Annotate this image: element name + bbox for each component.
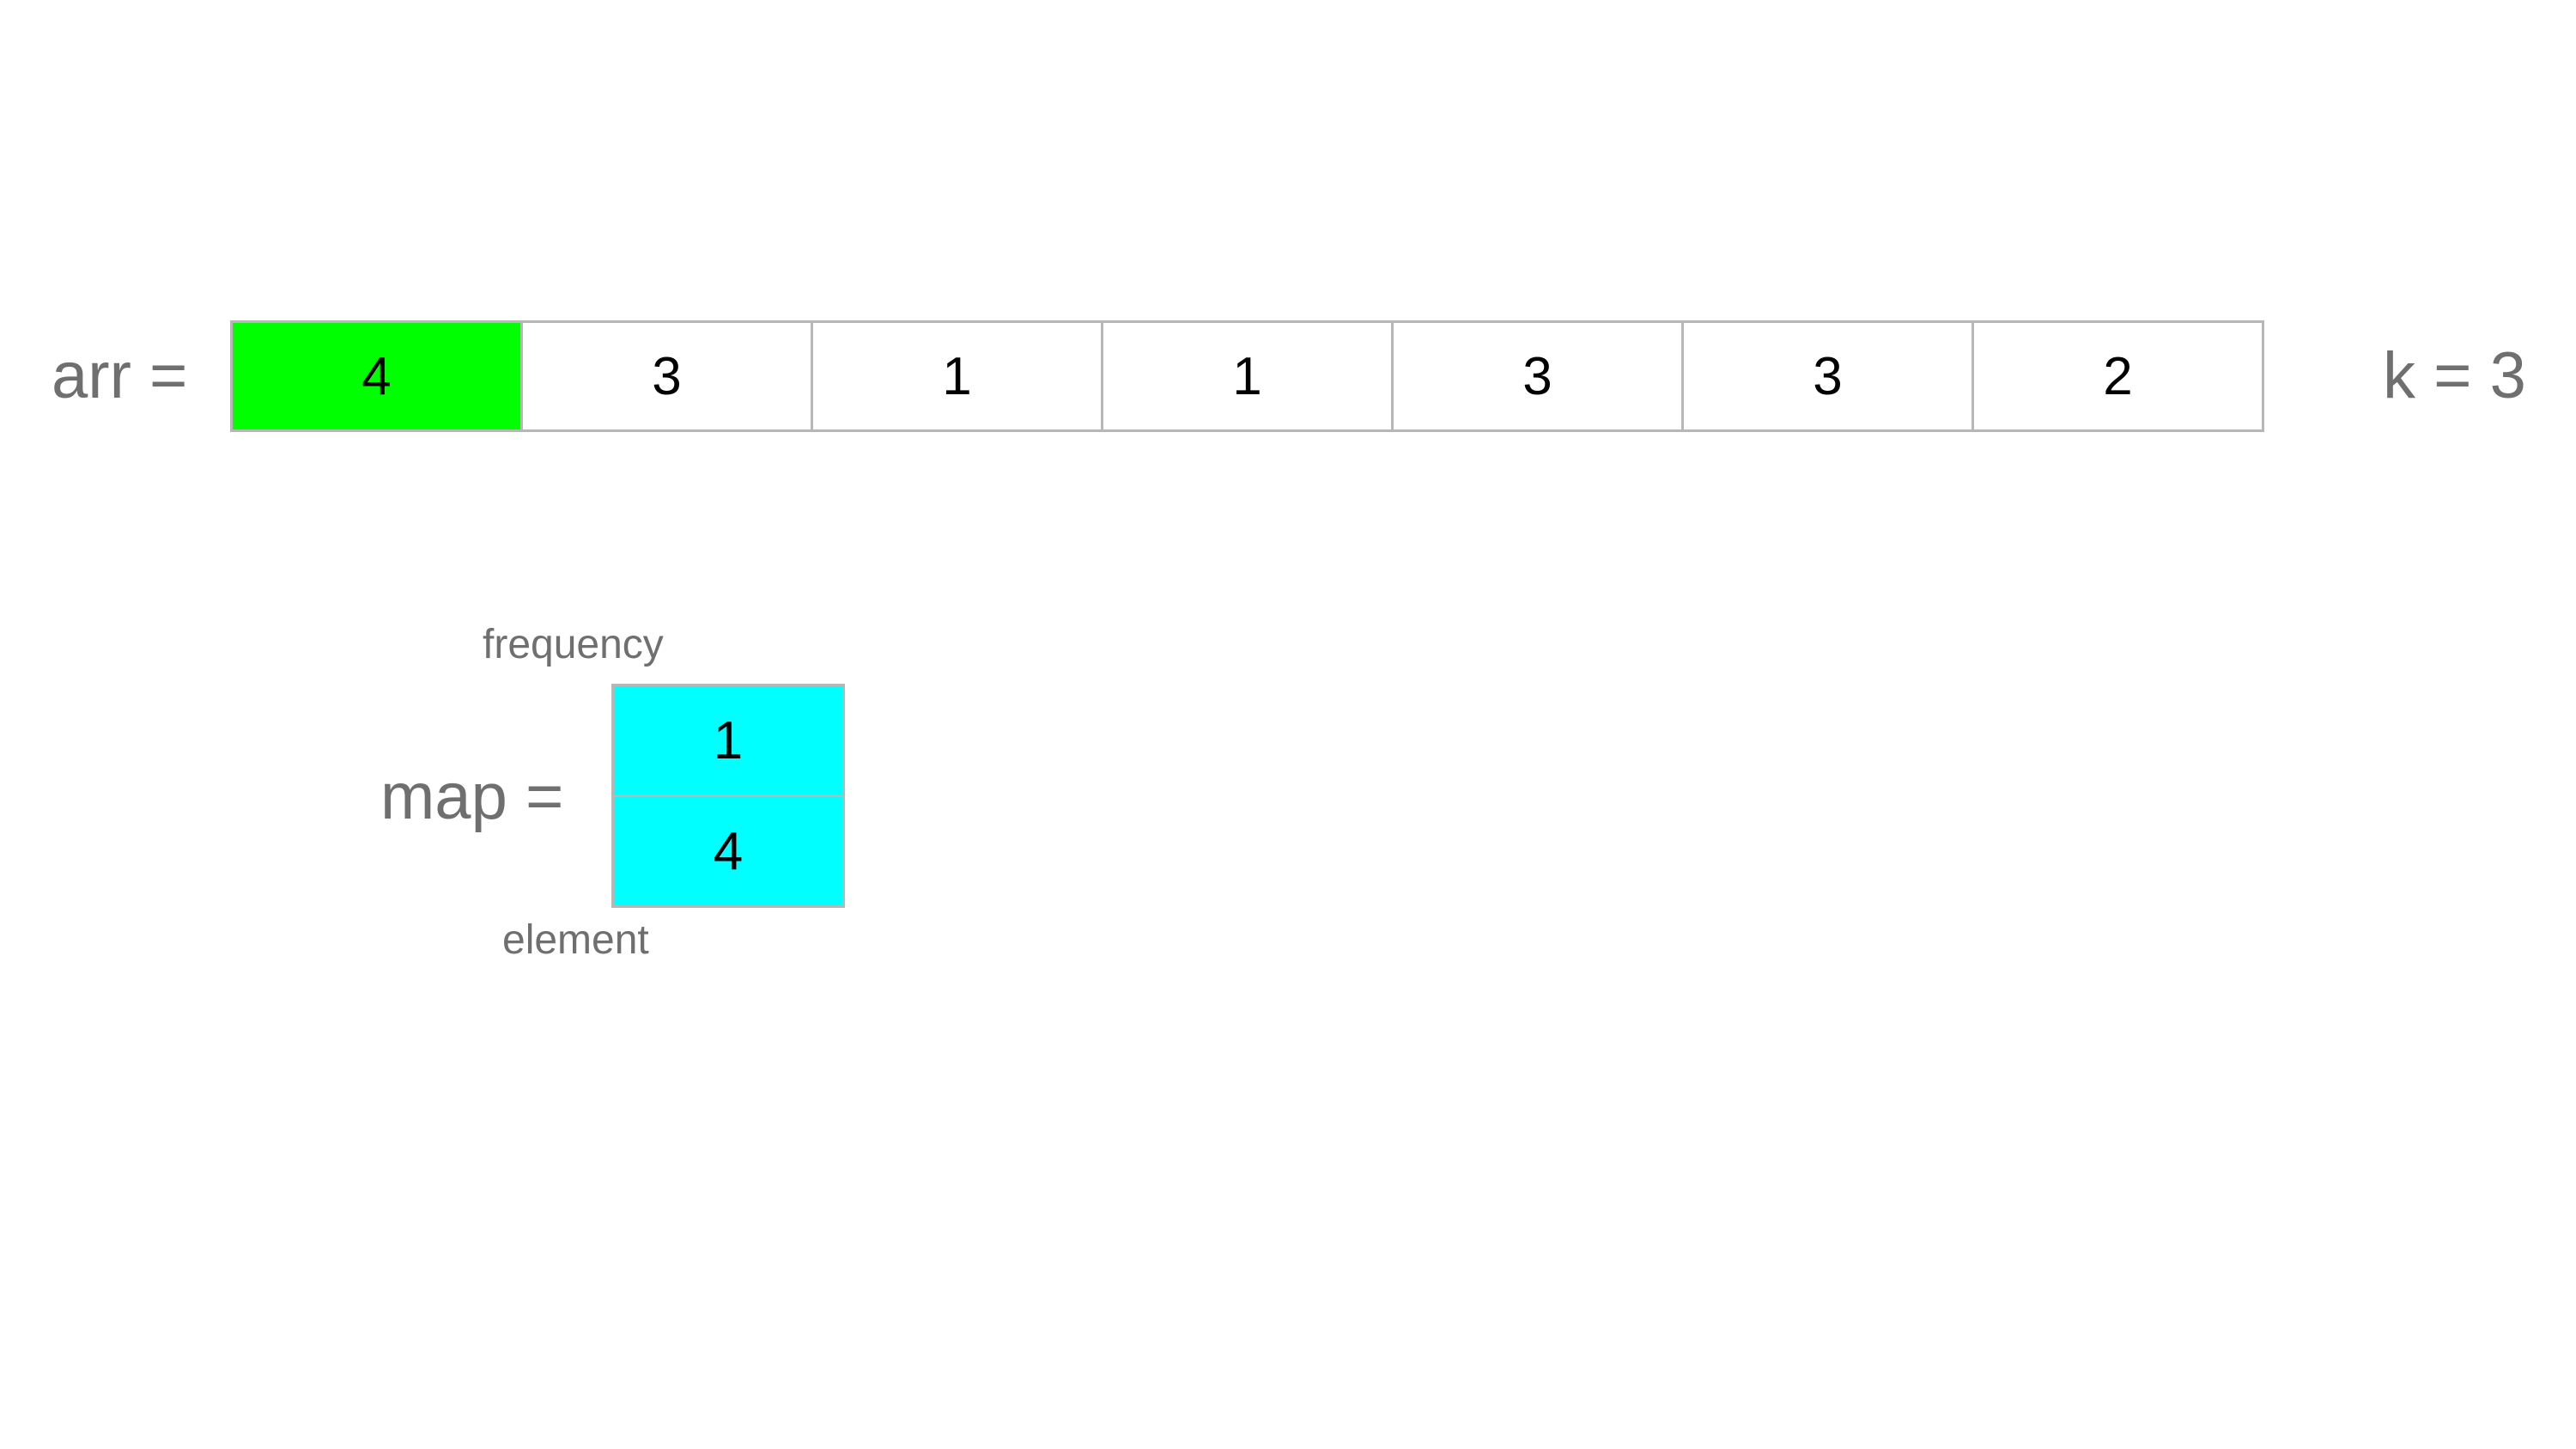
array-cell-1: 3 (520, 320, 813, 432)
k-label: k = 3 (2383, 339, 2526, 412)
array-cell-6: 2 (1971, 320, 2264, 432)
frequency-caption: frequency (483, 622, 664, 667)
array-cell-3: 1 (1101, 320, 1394, 432)
array-row: 4 3 1 1 3 3 2 (230, 320, 2264, 432)
arr-label: arr = (52, 339, 188, 412)
map-element-cell: 4 (611, 795, 845, 908)
array-cell-2: 1 (811, 320, 1103, 432)
map-label: map = (380, 760, 564, 833)
map-frequency-cell: 1 (611, 684, 845, 797)
element-caption: element (502, 917, 649, 963)
array-cell-0: 4 (230, 320, 523, 432)
array-cell-4: 3 (1391, 320, 1684, 432)
map-entry: 1 4 (611, 684, 845, 908)
array-cell-5: 3 (1681, 320, 1974, 432)
